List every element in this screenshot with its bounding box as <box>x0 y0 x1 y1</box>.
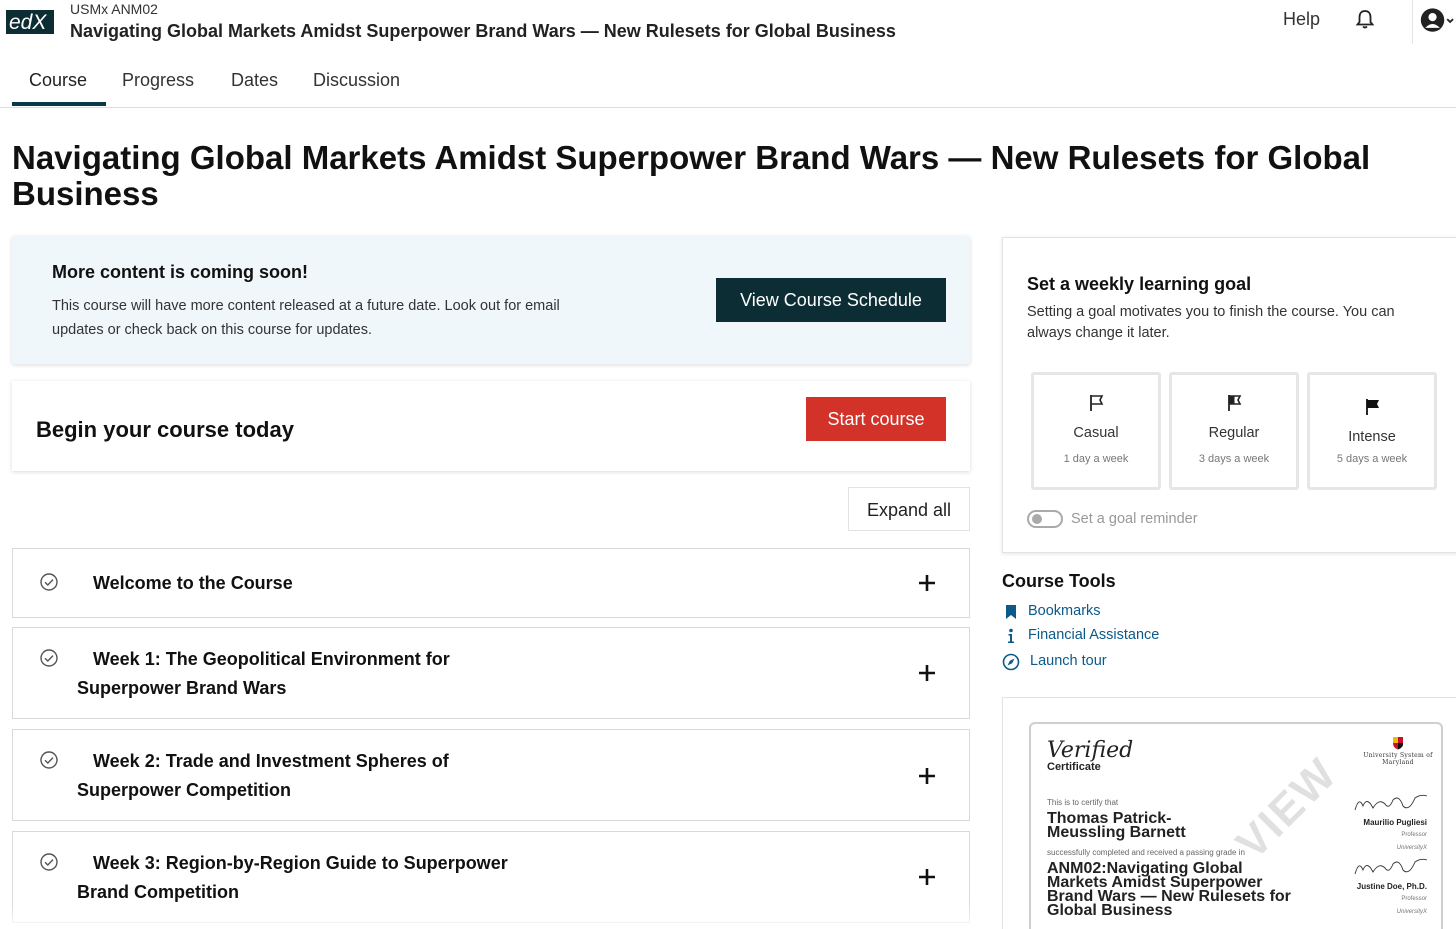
goal-reminder-label: Set a goal reminder <box>1071 511 1198 527</box>
cert-course-name: ANM02:Navigating Global Markets Amidst S… <box>1047 860 1291 919</box>
weekly-goal-card: Set a weekly learning goal Setting a goa… <box>1002 237 1456 553</box>
tab-progress[interactable]: Progress <box>122 70 194 91</box>
goal-option-intense[interactable]: Intense 5 days a week <box>1307 372 1437 490</box>
goal-option-sub: 1 day a week <box>1063 453 1129 465</box>
goal-option-sub: 5 days a week <box>1336 453 1408 465</box>
goal-option-name: Intense <box>1348 429 1396 445</box>
tool-label[interactable]: Launch tour <box>1030 653 1107 669</box>
preview-watermark: VIEW <box>1226 748 1347 869</box>
tool-label[interactable]: Financial Assistance <box>1028 627 1159 643</box>
help-link[interactable]: Help <box>1283 9 1320 30</box>
goal-reminder-toggle[interactable] <box>1027 510 1063 528</box>
section-row[interactable]: Week 2: Trade and Investment Spheres of … <box>12 729 970 821</box>
signature-image-icon <box>1354 858 1428 875</box>
check-circle-icon <box>40 853 58 871</box>
tab-discussion[interactable]: Discussion <box>313 70 400 91</box>
goal-option-casual[interactable]: Casual 1 day a week <box>1031 372 1161 490</box>
cert-recipient-name: Thomas Patrick-Meussling Barnett <box>1047 810 1186 841</box>
cert-subtitle: Certificate <box>1047 761 1101 773</box>
check-circle-icon <box>40 573 58 591</box>
alert-title: More content is coming soon! <box>52 262 309 282</box>
begin-course-card: Begin your course today Start course <box>12 381 970 471</box>
goal-option-name: Casual <box>1073 425 1119 441</box>
university-name: University System of Maryland <box>1363 752 1433 766</box>
content-coming-alert: More content is coming soon! This course… <box>12 236 970 364</box>
goal-text: Setting a goal motivates you to finish t… <box>1027 304 1395 341</box>
check-circle-icon <box>40 649 58 667</box>
cert-completed-text: successfully completed and received a pa… <box>1047 848 1245 857</box>
section-row[interactable]: Week 3: Region-by-Region Guide to Superp… <box>12 831 970 923</box>
svg-text:edX: edX <box>9 11 47 34</box>
goal-option-regular[interactable]: Regular 3 days a week <box>1169 372 1299 490</box>
section-title[interactable]: Week 1: The Geopolitical Environment for… <box>77 645 497 703</box>
section-title[interactable]: Week 2: Trade and Investment Spheres of … <box>77 747 497 805</box>
signature-image-icon <box>1354 794 1428 811</box>
cert-certify-text: This is to certify that <box>1047 798 1119 807</box>
section-row[interactable]: Welcome to the Course <box>12 548 970 618</box>
signer-name: Maurilio Pugliesi <box>1363 818 1427 827</box>
course-tools-title: Course Tools <box>1002 571 1116 591</box>
certificate-card: Verified Certificate University System o… <box>1002 697 1456 929</box>
signer-org: UniversityX <box>1396 845 1427 851</box>
section-row[interactable]: Week 1: The Geopolitical Environment for… <box>12 627 970 719</box>
info-icon <box>1008 628 1014 643</box>
tab-dates[interactable]: Dates <box>231 70 278 91</box>
tab-course[interactable]: Course <box>29 70 87 91</box>
signer-role: Professor <box>1401 832 1427 838</box>
signer-name: Justine Doe, Ph.D. <box>1356 882 1427 891</box>
flag-filled-icon <box>1366 399 1379 415</box>
goal-title: Set a weekly learning goal <box>1027 274 1252 294</box>
university-crest-icon <box>1393 737 1403 750</box>
bookmark-icon <box>1006 605 1016 619</box>
section-title[interactable]: Welcome to the Course <box>77 569 637 598</box>
active-tab-indicator <box>12 102 106 106</box>
start-course-button[interactable]: Start course <box>806 397 946 441</box>
tool-label[interactable]: Bookmarks <box>1028 603 1101 619</box>
flag-outline-icon <box>1090 395 1104 411</box>
signer-org: UniversityX <box>1396 909 1427 915</box>
alert-text: This course will have more content relea… <box>52 298 560 338</box>
edx-logo[interactable]: edX <box>6 6 54 36</box>
page-title: Navigating Global Markets Amidst Superpo… <box>12 139 1371 212</box>
goal-option-name: Regular <box>1208 425 1260 441</box>
view-course-schedule-button[interactable]: View Course Schedule <box>716 278 946 322</box>
plus-icon[interactable] <box>917 867 937 887</box>
course-tabs: Course Progress Dates Discussion <box>0 60 1456 108</box>
begin-title: Begin your course today <box>36 417 294 442</box>
goal-option-sub: 3 days a week <box>1198 453 1270 465</box>
certificate-preview: Verified Certificate University System o… <box>1029 722 1443 929</box>
cert-verified: Verified <box>1047 738 1134 763</box>
plus-icon[interactable] <box>917 766 937 786</box>
check-circle-icon <box>40 751 58 769</box>
site-header: edX USMx ANM02 Navigating Global Markets… <box>0 0 1456 44</box>
header-course-title: Navigating Global Markets Amidst Superpo… <box>70 21 896 41</box>
bell-icon[interactable] <box>1354 8 1376 30</box>
expand-all-button[interactable]: Expand all <box>848 487 970 531</box>
user-avatar-icon[interactable] <box>1412 0 1456 44</box>
plus-icon[interactable] <box>917 663 937 683</box>
signer-role: Professor <box>1401 896 1427 902</box>
university-logo: University System of Maryland <box>1363 736 1433 766</box>
flag-half-icon <box>1228 395 1242 411</box>
plus-icon[interactable] <box>917 573 937 593</box>
compass-icon <box>1002 653 1020 671</box>
course-org: USMx ANM02 <box>70 1 158 17</box>
section-title[interactable]: Week 3: Region-by-Region Guide to Superp… <box>77 849 547 907</box>
